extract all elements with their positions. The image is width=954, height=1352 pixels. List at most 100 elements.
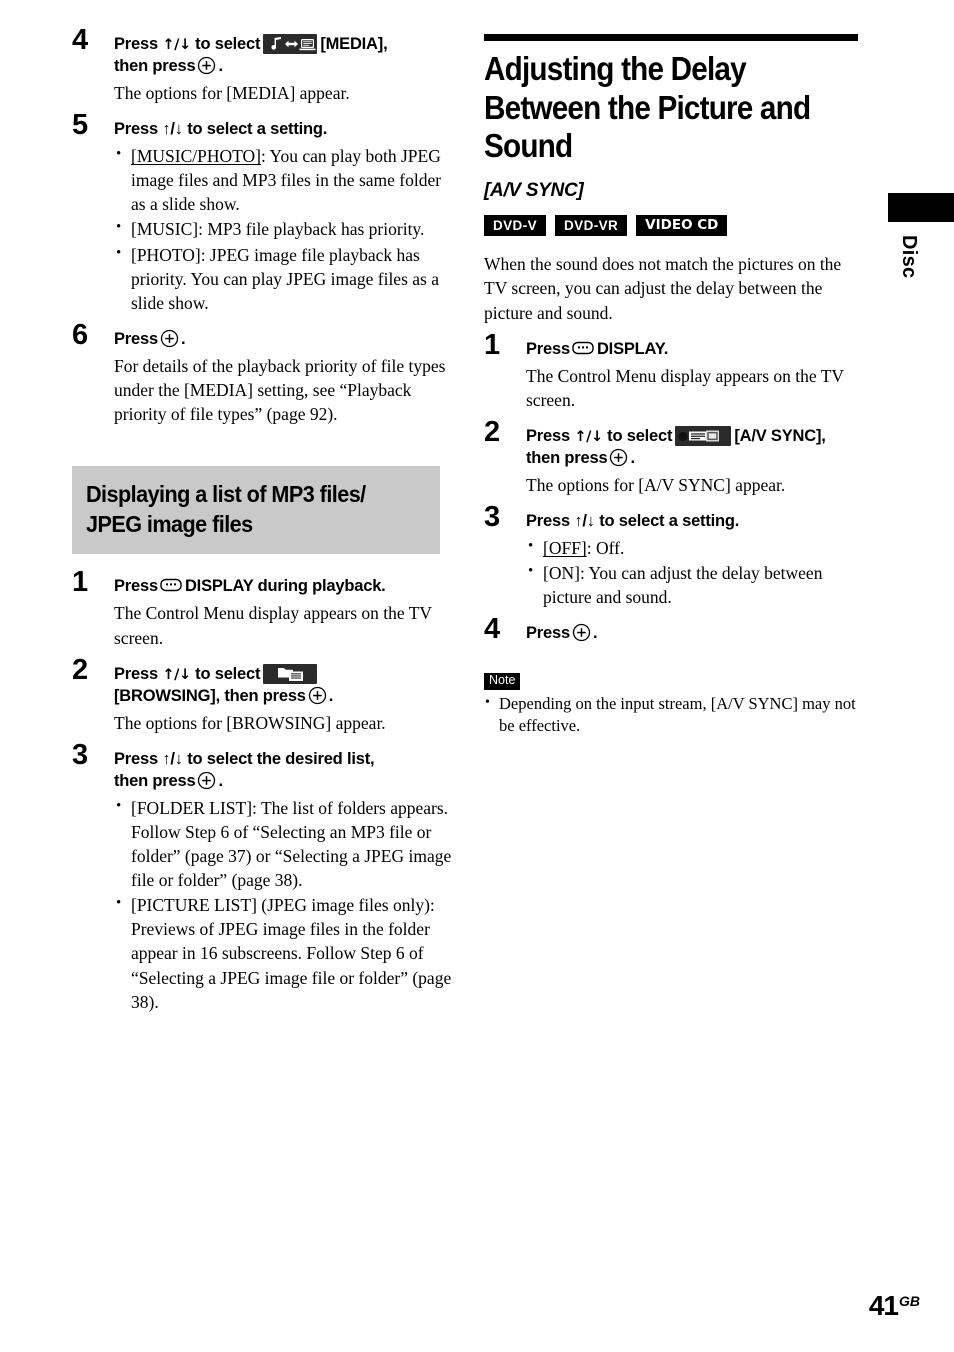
step-heading: Press DISPLAY during playback. <box>114 576 458 598</box>
step-head-text-after: DISPLAY. <box>596 339 669 358</box>
side-tab-marker <box>888 193 954 222</box>
step-heading: Press ↑/↓ to select <box>114 663 458 708</box>
page-title: Adjusting the Delay Between the Picture … <box>484 50 811 165</box>
badge-dvd-vr: DVD-VR <box>555 214 628 237</box>
step-number: 3 <box>484 500 500 533</box>
avsync-icon <box>675 425 732 446</box>
updown-arrows: ↑/↓ <box>162 666 191 683</box>
settings-list: [MUSIC/PHOTO]: You can play both JPEG im… <box>114 144 458 315</box>
updown-arrows: ↑/↓ <box>162 37 191 53</box>
step-number: 1 <box>484 328 500 361</box>
step-head-period: . <box>592 624 598 643</box>
step-head-line2: then press <box>114 56 196 75</box>
list-item: Depending on the input stream, [A/V SYNC… <box>484 693 858 738</box>
option-label: [FOLDER LIST] <box>131 797 253 818</box>
step-number: 4 <box>72 24 88 56</box>
list-item: [MUSIC]: MP3 file playback has priority. <box>114 217 458 241</box>
step-head-line2: then press <box>526 448 608 467</box>
step-2: 2 Press ↑/↓ to select <box>72 655 458 735</box>
step-heading: Press ↑/↓ to select <box>114 34 458 78</box>
enter-button-icon <box>160 329 179 348</box>
step-head-text: Press <box>526 624 570 643</box>
step-5: 5 Press ↑/↓ to select a setting. [MUSIC/… <box>72 111 458 315</box>
section-heading-text: Displaying a list of MP3 files/ JPEG ima… <box>86 481 366 538</box>
step-head-period: . <box>630 448 635 467</box>
page-subtitle: [A/V SYNC] <box>484 179 584 201</box>
step-heading: Press DISPLAY. <box>526 339 858 361</box>
step-head-period: . <box>218 771 223 790</box>
step-body: The options for [MEDIA] appear. <box>114 82 350 103</box>
step-1: 1 Press DISPLAY during playback. The Con… <box>72 568 458 649</box>
list-item: [OFF]: Off. <box>526 536 858 560</box>
setting-label: [MUSIC] <box>131 219 199 240</box>
step-heading: Press ↑/↓ to select [A/V SYNC], then pre… <box>526 425 858 470</box>
list-item: [PICTURE LIST] (JPEG image files only): … <box>114 893 458 1014</box>
step-3: 3 Press ↑/↓ to select the desired list, … <box>72 740 458 1014</box>
step-body: The options for [A/V SYNC] appear. <box>526 474 786 495</box>
step-head-text: Press <box>114 35 158 53</box>
step-head-text-after: [A/V SYNC], <box>734 426 826 445</box>
manual-page: 4 Press ↑/↓ to select [MEDIA], then pres… <box>0 0 954 1352</box>
step-number: 1 <box>72 566 88 599</box>
step-head-text: Press <box>526 339 570 358</box>
step-body: The options for [BROWSING] appear. <box>114 712 386 733</box>
enter-button-icon <box>197 56 216 75</box>
step-head-text-mid: to select <box>607 426 673 445</box>
updown-arrows: ↑/↓ <box>574 428 603 445</box>
step-head-text-after: DISPLAY during playback. <box>184 577 386 596</box>
disc-type-badges: DVD-V DVD-VR VIDEO CD <box>484 214 858 237</box>
step-head-text-after: [MEDIA], <box>320 35 388 53</box>
step-heading: Press ↑/↓ to select a setting. <box>526 511 740 530</box>
step-3: 3 Press ↑/↓ to select a setting. [OFF]: … <box>484 502 858 609</box>
step-head-text: Press <box>114 664 158 683</box>
step-head-text-mid: to select <box>195 35 261 53</box>
step-head-period: . <box>328 686 334 705</box>
display-button-icon <box>572 340 594 356</box>
list-options: [FOLDER LIST]: The list of folders appea… <box>114 796 458 1014</box>
step-2: 2 Press ↑/↓ to select <box>484 417 858 497</box>
step-number: 2 <box>484 415 500 448</box>
step-head-period: . <box>180 329 186 348</box>
list-item: [PHOTO]: JPEG image file playback has pr… <box>114 243 458 315</box>
page-number: 41GB <box>869 1290 920 1322</box>
step-6: 6 Press . For details of the playback pr… <box>72 320 458 426</box>
enter-button-icon <box>572 623 591 642</box>
display-button-icon <box>160 577 182 593</box>
option-label: [PICTURE LIST] (JPEG image files only) <box>131 895 430 916</box>
badge-dvd-v: DVD-V <box>484 214 547 237</box>
step-number: 2 <box>72 653 88 686</box>
step-head-line1: Press ↑/↓ to select the desired list, <box>114 749 375 768</box>
section-heading-box: Displaying a list of MP3 files/ JPEG ima… <box>72 466 440 555</box>
setting-text: : You can adjust the delay between pictu… <box>543 563 823 608</box>
settings-list: [OFF]: Off. [ON]: You can adjust the del… <box>526 536 858 609</box>
media-icon <box>263 34 318 54</box>
left-column: 4 Press ↑/↓ to select [MEDIA], then pres… <box>72 26 458 1014</box>
setting-label: [MUSIC/PHOTO] <box>131 145 261 166</box>
intro-paragraph: When the sound does not match the pictur… <box>484 254 842 323</box>
step-number: 5 <box>72 109 88 142</box>
list-item: [ON]: You can adjust the delay between p… <box>526 561 858 609</box>
side-tab-label: Disc <box>898 235 920 279</box>
step-head-text: Press <box>114 329 158 348</box>
step-heading: Press . <box>114 329 458 351</box>
title-rule <box>484 34 858 41</box>
step-head-text-mid: to select <box>195 664 261 683</box>
step-4: 4 Press ↑/↓ to select [MEDIA], then pres… <box>72 26 458 105</box>
setting-text: : Off. <box>586 537 625 558</box>
step-number: 6 <box>72 318 88 351</box>
enter-button-icon <box>197 771 216 790</box>
step-body: The Control Menu display appears on the … <box>526 365 844 410</box>
right-column: Adjusting the Delay Between the Picture … <box>484 34 858 738</box>
step-head-text: Press <box>526 426 570 445</box>
badge-video-cd: VIDEO CD <box>636 214 728 237</box>
page-region-suffix: GB <box>899 1293 920 1309</box>
note-tag: Note <box>484 673 521 691</box>
step-1: 1 Press DISPLAY. The Control Menu displa… <box>484 330 858 412</box>
step-head-period: . <box>218 56 223 75</box>
page-number-value: 41 <box>868 1290 899 1321</box>
step-heading: Press ↑/↓ to select the desired list, th… <box>114 749 458 793</box>
enter-button-icon <box>609 448 628 467</box>
step-number: 3 <box>72 738 88 771</box>
note-list: Depending on the input stream, [A/V SYNC… <box>484 693 858 738</box>
setting-label: [PHOTO] <box>131 244 201 265</box>
